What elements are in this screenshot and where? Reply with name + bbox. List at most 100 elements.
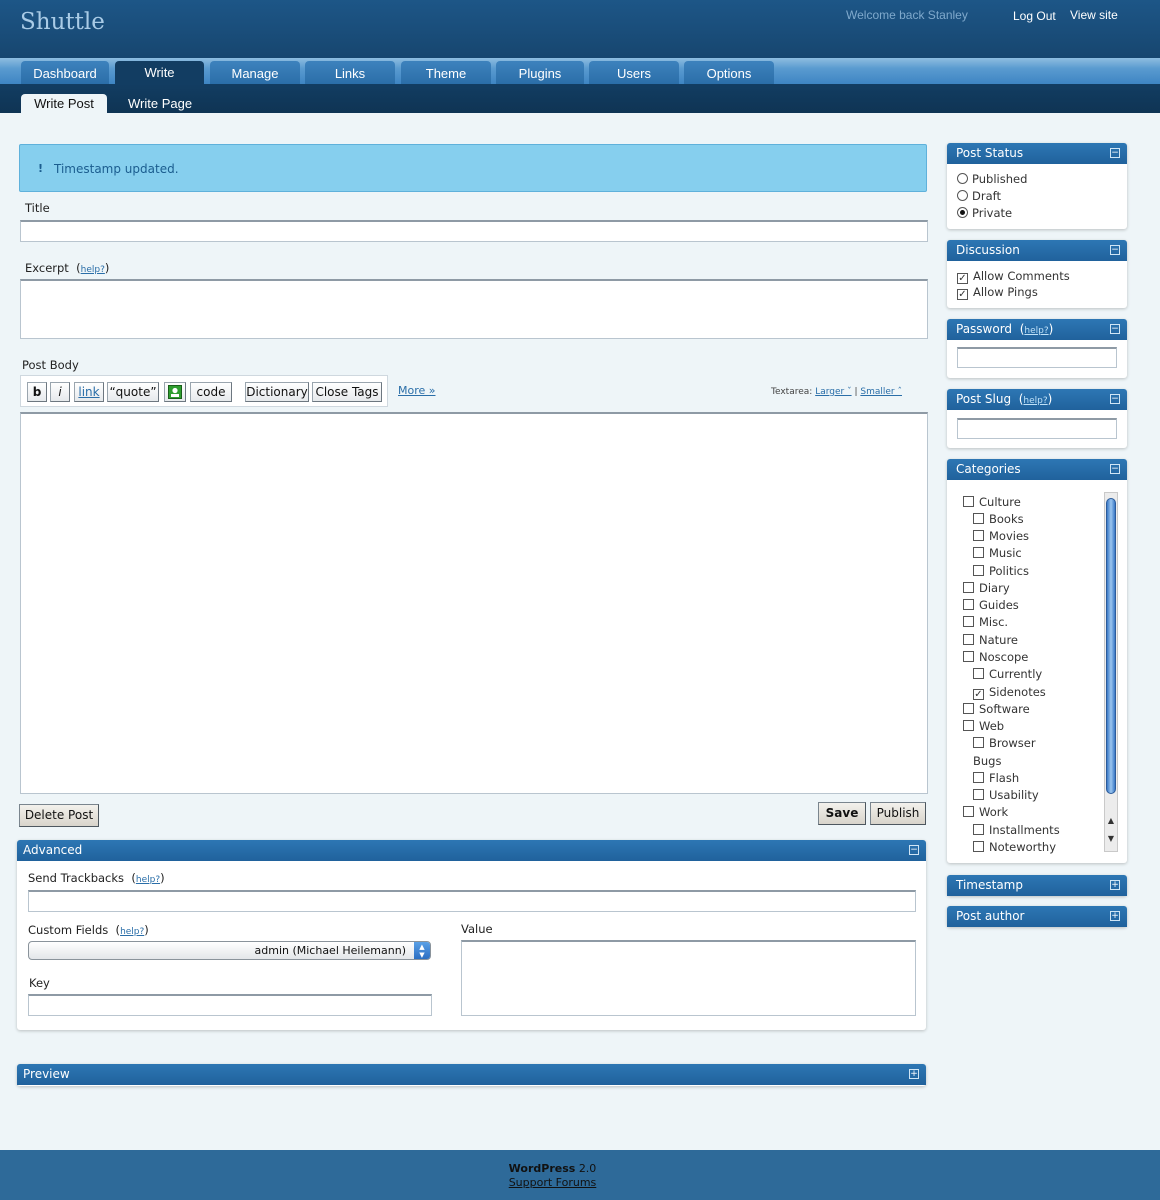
category-item[interactable]: Flash <box>973 771 1019 785</box>
checkbox[interactable] <box>973 547 984 558</box>
delete-post-button[interactable]: Delete Post <box>19 804 99 827</box>
checkbox[interactable] <box>963 720 974 731</box>
collapse-icon[interactable]: − <box>1110 148 1120 158</box>
category-item[interactable]: Misc. <box>963 615 1008 629</box>
tab-theme[interactable]: Theme <box>401 61 491 84</box>
expand-icon[interactable]: + <box>1110 911 1120 921</box>
checkbox[interactable] <box>963 703 974 714</box>
password-input[interactable] <box>957 347 1117 368</box>
excerpt-textarea[interactable] <box>20 279 928 339</box>
post-author-header[interactable]: Post author + <box>947 906 1127 927</box>
radio-button[interactable] <box>957 173 968 184</box>
smaller-link[interactable]: Smaller ˆ <box>860 387 902 397</box>
subtab-write-post[interactable]: Write Post <box>21 94 107 113</box>
checkbox[interactable] <box>973 565 984 576</box>
checkbox[interactable] <box>973 824 984 835</box>
checkbox[interactable] <box>963 599 974 610</box>
status-draft[interactable]: Draft <box>957 189 1001 203</box>
scrollbar-thumb[interactable] <box>1106 498 1116 794</box>
collapse-icon[interactable]: − <box>909 845 919 855</box>
category-item[interactable]: Politics <box>973 564 1029 578</box>
collapse-icon[interactable]: − <box>1110 394 1120 404</box>
status-published[interactable]: Published <box>957 172 1027 186</box>
checkbox[interactable] <box>963 806 974 817</box>
category-item[interactable]: Diary <box>963 581 1010 595</box>
allow-pings[interactable]: ✓ Allow Pings <box>957 285 1038 300</box>
checkbox[interactable] <box>963 616 974 627</box>
allow-comments[interactable]: ✓ Allow Comments <box>957 269 1070 284</box>
value-textarea[interactable] <box>461 940 916 1016</box>
checkbox[interactable] <box>973 513 984 524</box>
collapse-icon[interactable]: − <box>1110 245 1120 255</box>
tab-plugins[interactable]: Plugins <box>496 61 584 84</box>
radio-button[interactable] <box>957 190 968 201</box>
tab-options[interactable]: Options <box>684 61 774 84</box>
subtab-write-page[interactable]: Write Page <box>128 94 192 113</box>
category-item[interactable]: Music <box>973 546 1022 560</box>
post-status-header[interactable]: Post Status − <box>947 143 1127 164</box>
scroll-up-icon[interactable]: ▲ <box>1105 815 1117 827</box>
checkbox-checked[interactable]: ✓ <box>957 273 968 284</box>
post-body-textarea[interactable] <box>20 412 928 794</box>
collapse-icon[interactable]: − <box>1110 324 1120 334</box>
key-input[interactable] <box>28 994 432 1016</box>
category-item[interactable]: Software <box>963 702 1030 716</box>
expand-icon[interactable]: + <box>909 1069 919 1079</box>
dictionary-button[interactable]: Dictionary <box>245 382 309 402</box>
custom-fields-help-link[interactable]: help? <box>120 927 144 937</box>
trackbacks-input[interactable] <box>28 890 916 912</box>
checkbox-checked[interactable]: ✓ <box>957 289 968 300</box>
publish-button[interactable]: Publish <box>870 802 926 825</box>
post-slug-help-link[interactable]: help? <box>1023 396 1047 406</box>
category-item[interactable]: Books <box>973 512 1024 526</box>
checkbox[interactable] <box>963 634 974 645</box>
view-site-link[interactable]: View site <box>1070 8 1118 22</box>
timestamp-header[interactable]: Timestamp + <box>947 875 1127 896</box>
bold-button[interactable]: b <box>27 382 47 402</box>
italic-button[interactable]: i <box>50 382 70 402</box>
collapse-icon[interactable]: − <box>1110 464 1120 474</box>
category-item[interactable]: Browser <box>973 736 1036 750</box>
password-header[interactable]: Password (help?) − <box>947 319 1127 340</box>
checkbox[interactable] <box>973 841 984 852</box>
categories-scrollbar[interactable]: ▲ ▼ <box>1104 492 1118 852</box>
checkbox[interactable] <box>973 789 984 800</box>
tab-write[interactable]: Write <box>115 61 204 86</box>
checkbox-checked[interactable]: ✓ <box>973 689 984 700</box>
tab-users[interactable]: Users <box>589 61 679 84</box>
support-forums-link[interactable]: Support Forums <box>0 1176 1105 1189</box>
category-item[interactable]: Bugs <box>973 754 1001 768</box>
category-item[interactable]: Currently <box>973 667 1042 681</box>
code-button[interactable]: code <box>190 382 232 402</box>
save-button[interactable]: Save <box>818 802 866 825</box>
quote-button[interactable]: “quote” <box>107 382 159 402</box>
category-item[interactable]: Nature <box>963 633 1018 647</box>
larger-link[interactable]: Larger ˇ <box>815 387 851 397</box>
excerpt-help-link[interactable]: help? <box>81 265 105 275</box>
checkbox[interactable] <box>973 772 984 783</box>
author-select[interactable]: admin (Michael Heilemann) ▲ ▼ <box>28 941 431 960</box>
checkbox[interactable] <box>973 530 984 541</box>
discussion-header[interactable]: Discussion − <box>947 240 1127 261</box>
image-button[interactable] <box>164 382 186 402</box>
expand-icon[interactable]: + <box>1110 880 1120 890</box>
post-slug-header[interactable]: Post Slug (help?) − <box>947 389 1127 410</box>
site-title[interactable]: Shuttle <box>20 9 105 35</box>
category-item[interactable]: Guides <box>963 598 1019 612</box>
advanced-panel-header[interactable]: Advanced − <box>17 840 926 861</box>
title-input[interactable] <box>20 220 928 242</box>
close-tags-button[interactable]: Close Tags <box>312 382 382 402</box>
post-slug-input[interactable] <box>957 418 1117 439</box>
logout-link[interactable]: Log Out <box>1013 9 1056 23</box>
categories-header[interactable]: Categories − <box>947 459 1127 480</box>
category-item[interactable]: ✓ Sidenotes <box>973 685 1046 700</box>
category-item[interactable]: Culture <box>963 495 1021 509</box>
category-item[interactable]: Work <box>963 805 1008 819</box>
checkbox[interactable] <box>973 737 984 748</box>
tab-manage[interactable]: Manage <box>210 61 300 84</box>
password-help-link[interactable]: help? <box>1024 326 1048 336</box>
link-button[interactable]: link <box>74 382 104 402</box>
category-item[interactable]: Noscope <box>963 650 1028 664</box>
checkbox[interactable] <box>963 651 974 662</box>
checkbox[interactable] <box>963 496 974 507</box>
